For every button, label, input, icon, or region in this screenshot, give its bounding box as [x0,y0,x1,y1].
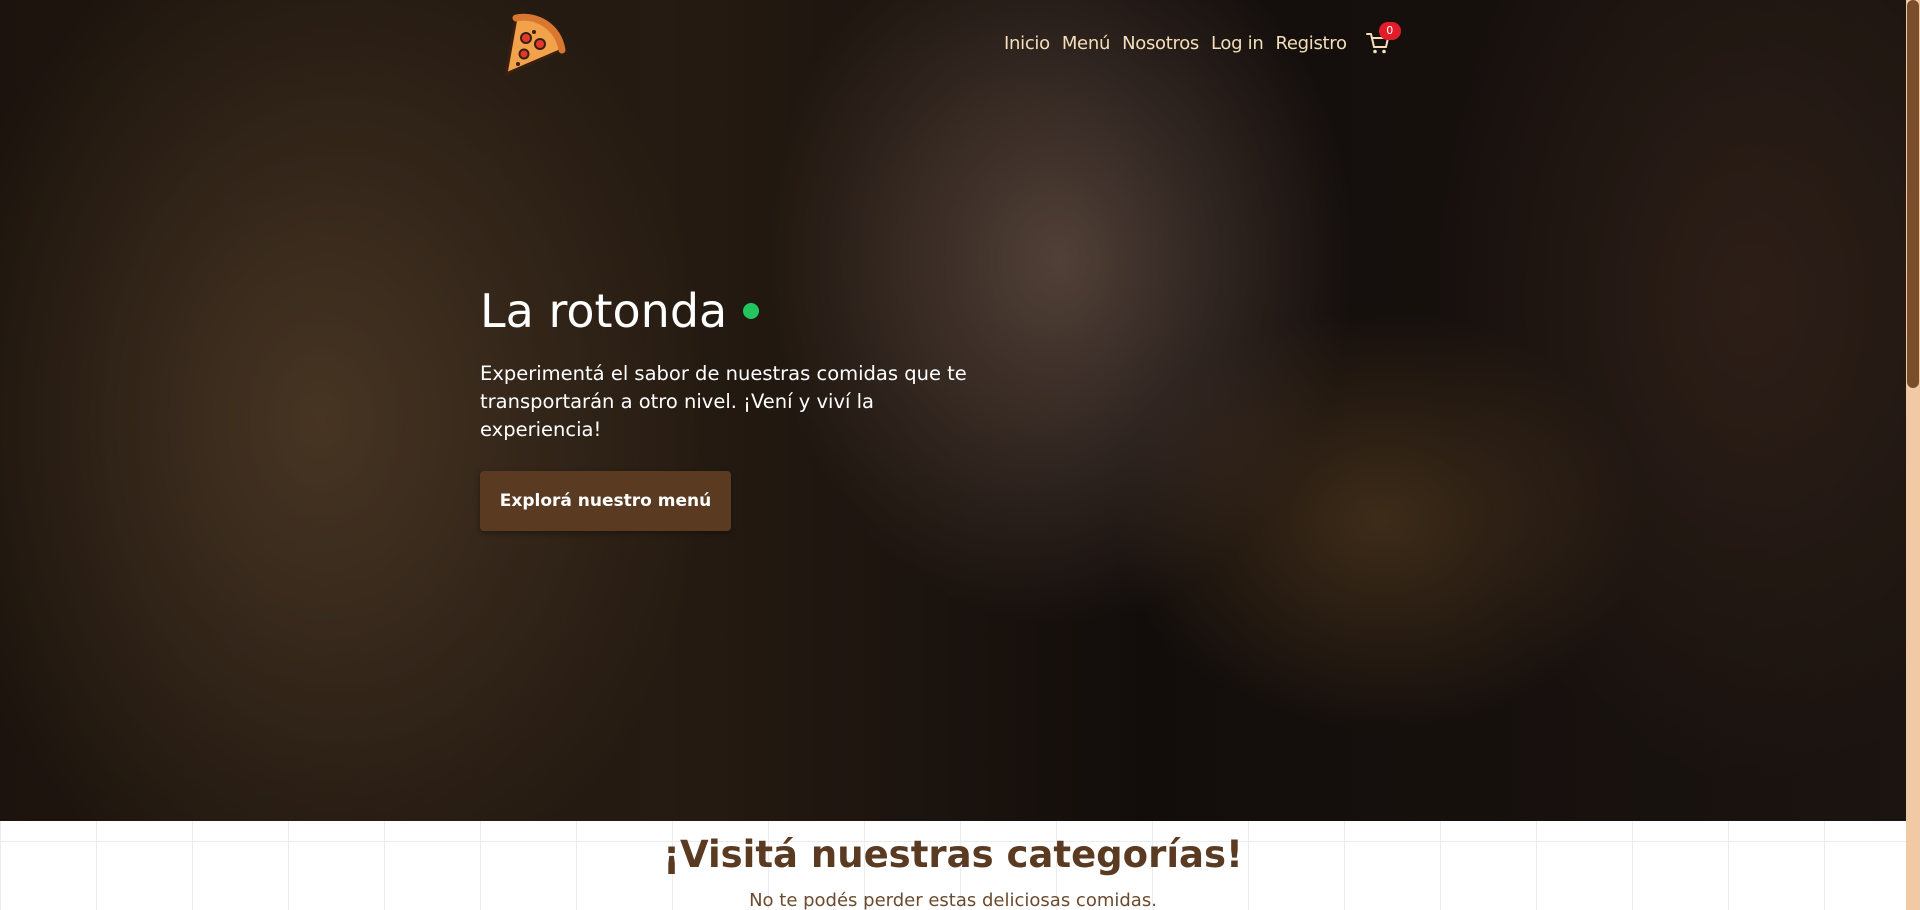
hero-section: Inicio Menú Nosotros Log in Registro 0 L… [0,0,1906,821]
hero-description: Experimentá el sabor de nuestras comidas… [480,362,967,441]
nav-item-inicio[interactable]: Inicio [1004,33,1050,54]
nav-item-nosotros[interactable]: Nosotros [1122,33,1199,54]
categories-subtitle: No te podés perder estas deliciosas comi… [749,890,1157,910]
main-nav: Inicio Menú Nosotros Log in Registro 0 [1004,22,1401,56]
nav-item-menu[interactable]: Menú [1062,33,1111,54]
hero-title-text: La rotonda [480,284,728,338]
categories-section: ¡Visitá nuestras categorías! No te podés… [0,821,1906,910]
page-scrollbar[interactable] [1906,0,1920,910]
nav-item-registro[interactable]: Registro [1275,33,1347,54]
open-status-dot [743,303,760,319]
pizza-logo-icon[interactable] [496,12,566,82]
nav-item-login[interactable]: Log in [1211,33,1264,54]
scrollbar-thumb[interactable] [1907,0,1919,388]
cart-count-badge: 0 [1378,22,1401,40]
categories-title: ¡Visitá nuestras categorías! [663,833,1243,876]
hero-title: La rotonda [480,284,760,338]
explore-menu-button[interactable]: Explorá nuestro menú [480,471,731,531]
cart-button[interactable]: 0 [1365,22,1401,56]
